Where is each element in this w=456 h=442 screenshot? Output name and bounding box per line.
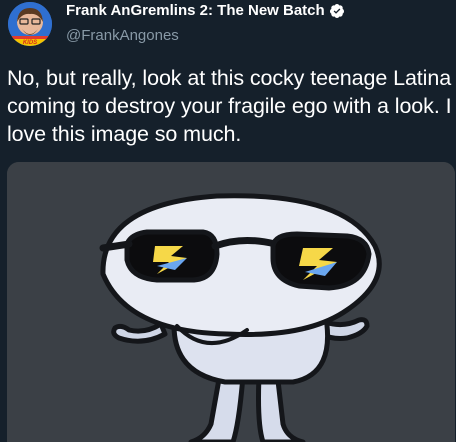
verified-badge-icon: [329, 3, 344, 18]
avatar-badge-text: KIDS: [23, 40, 37, 46]
tweet-header: Frank AnGremlins 2: The New Batch @Frank…: [66, 2, 345, 44]
display-name[interactable]: Frank AnGremlins 2: The New Batch: [66, 2, 325, 19]
tweet-media[interactable]: [7, 162, 455, 442]
tweet-text: No, but really, look at this cocky teena…: [7, 66, 452, 146]
avatar[interactable]: KIDS: [8, 2, 52, 46]
avatar-image: KIDS: [8, 2, 52, 46]
handle[interactable]: @FrankAngones: [66, 27, 345, 44]
cartoon-character-image: [7, 162, 455, 442]
